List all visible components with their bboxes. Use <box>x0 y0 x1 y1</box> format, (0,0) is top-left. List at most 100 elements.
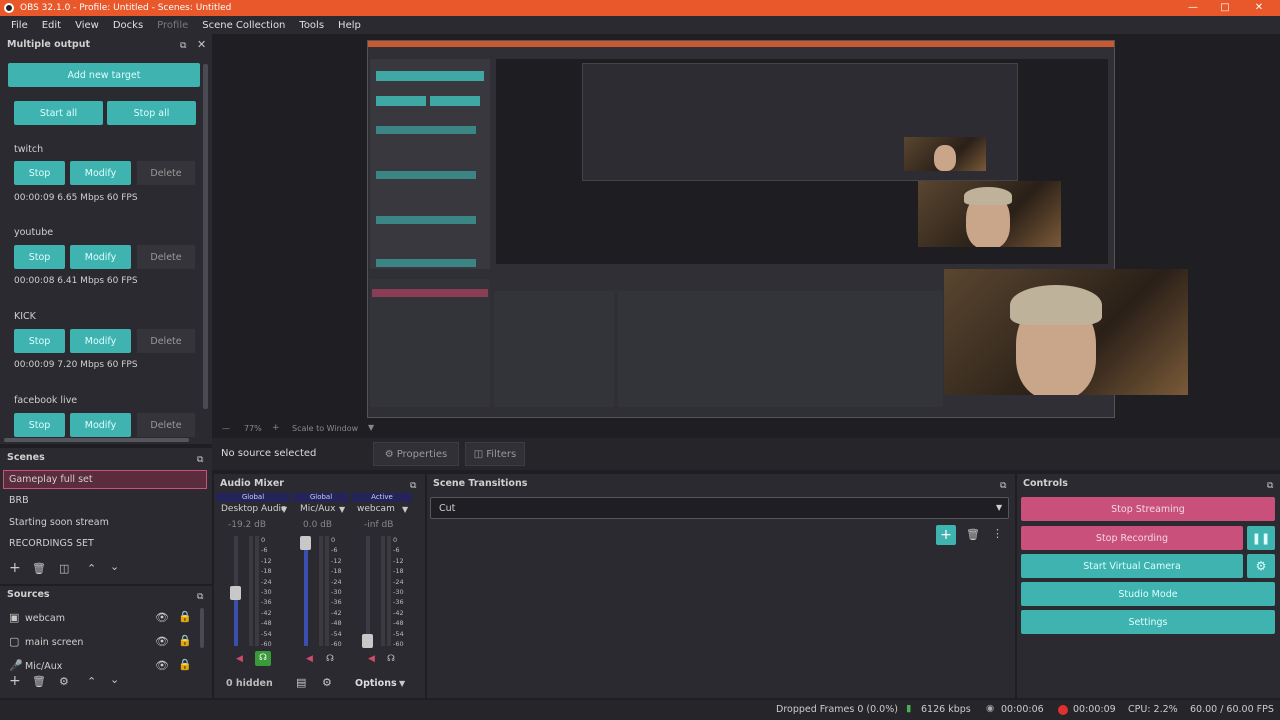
headphones-icon[interactable]: ☊ <box>255 651 271 666</box>
stop-recording-button[interactable]: Stop Recording <box>1021 526 1243 550</box>
add-source-icon[interactable]: + <box>9 674 21 688</box>
scene-item-recordings[interactable]: RECORDINGS SET <box>9 538 94 549</box>
visibility-eye-icon[interactable]: 👁 <box>155 612 169 624</box>
float-dock-icon[interactable]: ⧉ <box>197 454 203 466</box>
facebook-stop-button[interactable]: Stop <box>14 413 65 437</box>
zoom-in-icon[interactable]: + <box>272 423 280 433</box>
twitch-modify-button[interactable]: Modify <box>70 161 131 185</box>
speaker-muted-icon[interactable]: ◀ <box>306 653 313 665</box>
settings-button[interactable]: Settings <box>1021 610 1275 634</box>
visibility-eye-icon[interactable]: 👁 <box>155 636 169 648</box>
channel-menu-icon[interactable]: ▼ <box>281 504 287 516</box>
multiple-output-title: Multiple output <box>7 39 91 50</box>
lock-icon[interactable]: 🔒 <box>178 659 192 671</box>
close-dock-icon[interactable]: ✕ <box>197 39 206 51</box>
facebook-modify-button[interactable]: Modify <box>70 413 131 437</box>
kick-delete-button[interactable]: Delete <box>137 329 195 353</box>
add-new-target-button[interactable]: Add new target <box>8 63 200 87</box>
scale-mode[interactable]: Scale to Window <box>292 424 358 433</box>
channel-db: -inf dB <box>364 520 394 530</box>
stop-streaming-button[interactable]: Stop Streaming <box>1021 497 1275 521</box>
menu-bar: File Edit View Docks Profile Scene Colle… <box>0 16 1280 34</box>
float-dock-icon[interactable]: ⧉ <box>1267 480 1273 492</box>
camera-icon: ▣ <box>9 611 20 624</box>
studio-mode-button[interactable]: Studio Mode <box>1021 582 1275 606</box>
transition-properties-icon[interactable]: ⋮ <box>992 528 1003 540</box>
speaker-muted-icon[interactable]: ◀ <box>236 653 243 665</box>
speaker-muted-icon[interactable]: ◀ <box>368 653 375 665</box>
scene-filters-icon[interactable]: ◫ <box>59 563 69 575</box>
source-item-mic[interactable]: Mic/Aux <box>25 661 62 672</box>
start-all-button[interactable]: Start all <box>14 101 103 125</box>
menu-help[interactable]: Help <box>331 20 368 31</box>
volume-slider-handle[interactable] <box>230 586 241 600</box>
menu-profile[interactable]: Profile <box>150 20 195 31</box>
youtube-stop-button[interactable]: Stop <box>14 245 65 269</box>
twitch-stop-button[interactable]: Stop <box>14 161 65 185</box>
youtube-modify-button[interactable]: Modify <box>70 245 131 269</box>
facebook-delete-button[interactable]: Delete <box>137 413 195 437</box>
maximize-icon[interactable]: □ <box>1210 0 1240 16</box>
headphones-icon[interactable]: ☊ <box>326 653 334 665</box>
advanced-audio-icon[interactable]: ⚙ <box>322 677 332 689</box>
headphones-icon[interactable]: ☊ <box>387 653 395 665</box>
hidden-count[interactable]: 0 hidden <box>226 678 273 689</box>
virtual-camera-settings-icon[interactable]: ⚙ <box>1247 554 1275 578</box>
volume-slider-track[interactable] <box>366 536 370 646</box>
stop-all-button[interactable]: Stop all <box>107 101 196 125</box>
filters-button[interactable]: ◫ Filters <box>465 442 525 466</box>
kick-stop-button[interactable]: Stop <box>14 329 65 353</box>
float-dock-icon[interactable]: ⧉ <box>197 591 203 603</box>
scale-dropdown-icon[interactable]: ▼ <box>368 423 374 432</box>
transition-select[interactable]: Cut ▼ <box>430 497 1009 519</box>
menu-edit[interactable]: Edit <box>35 20 68 31</box>
delete-scene-icon[interactable]: 🗑 <box>32 563 46 575</box>
lock-icon[interactable]: 🔒 <box>178 611 192 623</box>
scene-item-starting-soon[interactable]: Starting soon stream <box>9 517 109 528</box>
pause-recording-icon[interactable]: ❚❚ <box>1247 526 1275 550</box>
source-properties-icon[interactable]: ⚙ <box>59 676 69 688</box>
options-dropdown-icon[interactable]: ▼ <box>399 678 405 690</box>
scene-item-brb[interactable]: BRB <box>9 495 29 506</box>
move-down-icon[interactable]: ⌄ <box>110 561 119 573</box>
menu-scene-collection[interactable]: Scene Collection <box>195 20 292 31</box>
menu-file[interactable]: File <box>4 20 35 31</box>
twitch-delete-button[interactable]: Delete <box>137 161 195 185</box>
visibility-eye-icon[interactable]: 👁 <box>155 660 169 672</box>
delete-source-icon[interactable]: 🗑 <box>32 676 46 688</box>
sources-scrollbar[interactable] <box>200 608 204 648</box>
kick-modify-button[interactable]: Modify <box>70 329 131 353</box>
source-item-webcam[interactable]: webcam <box>25 613 65 624</box>
mixer-options-button[interactable]: Options <box>355 678 397 689</box>
source-item-main-screen[interactable]: main screen <box>25 637 83 648</box>
horizontal-scrollbar[interactable] <box>4 438 189 442</box>
float-dock-icon[interactable]: ⧉ <box>1000 480 1006 492</box>
youtube-delete-button[interactable]: Delete <box>137 245 195 269</box>
db-scale: 0 -6 -12 -18 -24 -30 -36 -42 -48 -54 -60 <box>331 536 342 649</box>
menu-docks[interactable]: Docks <box>106 20 150 31</box>
zoom-out-icon[interactable]: — <box>222 424 230 433</box>
menu-tools[interactable]: Tools <box>292 20 331 31</box>
volume-slider-handle[interactable] <box>300 536 311 550</box>
channel-menu-icon[interactable]: ▼ <box>402 504 408 516</box>
add-transition-icon[interactable]: + <box>936 525 956 545</box>
float-dock-icon[interactable]: ⧉ <box>410 480 416 492</box>
layout-toggle-icon[interactable]: ▤ <box>296 677 306 689</box>
add-scene-icon[interactable]: + <box>9 561 21 575</box>
move-up-icon[interactable]: ⌃ <box>87 563 96 575</box>
delete-transition-icon[interactable]: 🗑 <box>966 529 980 541</box>
properties-button[interactable]: ⚙ Properties <box>373 442 459 466</box>
volume-slider-handle[interactable] <box>362 634 373 648</box>
float-dock-icon[interactable]: ⧉ <box>180 40 186 52</box>
close-window-icon[interactable]: ✕ <box>1244 0 1274 16</box>
move-down-icon[interactable]: ⌄ <box>110 674 119 686</box>
vertical-scrollbar[interactable] <box>203 64 208 409</box>
source-toolbar: No source selected ⚙ Properties ◫ Filters <box>212 438 1280 470</box>
start-virtual-camera-button[interactable]: Start Virtual Camera <box>1021 554 1243 578</box>
channel-menu-icon[interactable]: ▼ <box>339 504 345 516</box>
menu-view[interactable]: View <box>68 20 106 31</box>
move-up-icon[interactable]: ⌃ <box>87 676 96 688</box>
minimize-icon[interactable]: — <box>1178 0 1208 16</box>
scene-item-gameplay[interactable]: Gameplay full set <box>9 474 93 485</box>
lock-icon[interactable]: 🔒 <box>178 635 192 647</box>
